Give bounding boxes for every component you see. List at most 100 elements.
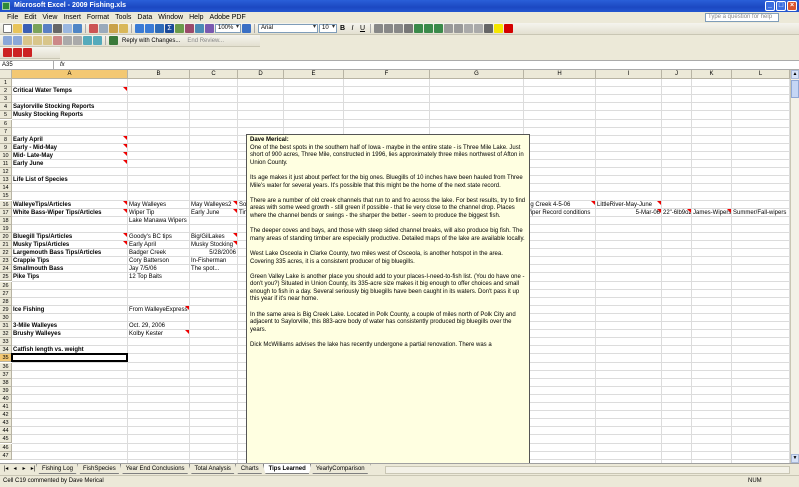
cell-a20[interactable]: Bluegill Tips/Articles xyxy=(12,233,127,241)
undo-icon[interactable] xyxy=(135,24,144,33)
row-header-38[interactable]: 38 xyxy=(0,378,12,387)
new-icon[interactable] xyxy=(3,24,12,33)
reply-with-changes-button[interactable]: Reply with Changes... xyxy=(119,38,183,44)
row-header-9[interactable]: 9 xyxy=(0,143,12,152)
column-header-i[interactable]: I xyxy=(596,70,662,79)
comma-icon[interactable] xyxy=(434,24,443,33)
cell-a10[interactable]: Mid- Late-May xyxy=(12,152,127,160)
pdf-review-icon[interactable] xyxy=(23,48,32,57)
name-box[interactable]: A35 xyxy=(0,60,54,70)
cell-b29[interactable]: From WalleyeExpress xyxy=(128,306,189,314)
row-header-12[interactable]: 12 xyxy=(0,168,12,177)
currency-icon[interactable] xyxy=(414,24,423,33)
cell-a21[interactable]: Musky Tips/Articles xyxy=(12,241,127,249)
chart-wizard-icon[interactable] xyxy=(195,24,204,33)
cell-h17[interactable]: Wiper Record conditions xyxy=(524,209,595,217)
cell-h16[interactable]: Big Creek 4-5-06 xyxy=(524,201,595,209)
spelling-icon[interactable] xyxy=(73,24,82,33)
cell-i16[interactable]: LittleRiver-May-June xyxy=(596,201,661,209)
row-header-46[interactable]: 46 xyxy=(0,443,12,452)
row-header-26[interactable]: 26 xyxy=(0,281,12,290)
row-header-27[interactable]: 27 xyxy=(0,289,12,298)
row-header-10[interactable]: 10 xyxy=(0,151,12,160)
row-header-43[interactable]: 43 xyxy=(0,419,12,428)
column-header-d[interactable]: D xyxy=(238,70,284,79)
borders-icon[interactable] xyxy=(484,24,493,33)
row-header-16[interactable]: 16 xyxy=(0,200,12,209)
autosum-icon[interactable]: Σ xyxy=(165,24,174,33)
sheet-tab[interactable]: Total Analysis xyxy=(189,464,237,474)
maximize-button[interactable]: □ xyxy=(776,1,786,11)
row-header-23[interactable]: 23 xyxy=(0,257,12,266)
cell-l17[interactable]: Summer/Fall-wipers xyxy=(732,209,789,217)
cell-a4[interactable]: Saylorville Stocking Reports xyxy=(12,103,127,111)
column-header-c[interactable]: C xyxy=(190,70,238,79)
scroll-up-arrow[interactable]: ▲ xyxy=(791,70,799,79)
cell-b25[interactable]: 12 Top Baits xyxy=(128,273,189,281)
cell-a13[interactable]: Life List of Species xyxy=(12,176,127,184)
last-sheet-arrow[interactable]: ▸| xyxy=(29,465,37,474)
zoom-select[interactable]: 100% xyxy=(215,24,241,33)
row-header-6[interactable]: 6 xyxy=(0,119,12,128)
fill-color-icon[interactable] xyxy=(494,24,503,33)
menu-view[interactable]: View xyxy=(39,12,60,23)
vertical-scrollbar[interactable]: ▲ ▼ xyxy=(790,70,799,463)
cell-c22[interactable]: 5/28/2006 xyxy=(190,249,237,257)
row-header-39[interactable]: 39 xyxy=(0,386,12,395)
menu-data[interactable]: Data xyxy=(134,12,155,23)
cell-b31[interactable]: Oct. 29, 2006 xyxy=(128,322,189,330)
row-header-25[interactable]: 25 xyxy=(0,273,12,282)
font-size-select[interactable]: 10 xyxy=(319,24,337,33)
column-header-a[interactable]: A xyxy=(12,70,128,79)
row-header-36[interactable]: 36 xyxy=(0,362,12,371)
delete-comment-icon[interactable] xyxy=(73,36,82,45)
cell-c20[interactable]: Big/GilLakes xyxy=(190,233,237,241)
column-header-b[interactable]: B xyxy=(128,70,190,79)
cell-b24[interactable]: Jay 7/5/06 xyxy=(128,265,189,273)
cell-a2[interactable]: Critical Water Temps xyxy=(12,87,127,95)
print-icon[interactable] xyxy=(53,24,62,33)
cut-icon[interactable] xyxy=(89,24,98,33)
hyperlink-icon[interactable] xyxy=(155,24,164,33)
sheet-tab[interactable]: Year End Conclusions xyxy=(120,464,191,474)
row-header-30[interactable]: 30 xyxy=(0,313,12,322)
previous-comment-icon[interactable] xyxy=(33,36,42,45)
first-sheet-arrow[interactable]: |◂ xyxy=(2,465,10,474)
function-icon[interactable]: fx xyxy=(54,62,72,68)
copy-icon[interactable] xyxy=(99,24,108,33)
font-select[interactable]: Arial xyxy=(258,24,318,33)
help-search-input[interactable]: Type a question for help xyxy=(705,13,779,22)
formula-input[interactable] xyxy=(72,61,799,70)
cell-a11[interactable]: Early June xyxy=(12,160,127,168)
cell-a9[interactable]: Early - Mid-May xyxy=(12,144,127,152)
row-header-4[interactable]: 4 xyxy=(0,103,12,112)
cell-a17[interactable]: White Bass-Wiper Tips/Articles xyxy=(12,209,127,217)
menu-help[interactable]: Help xyxy=(186,12,206,23)
merge-center-icon[interactable] xyxy=(404,24,413,33)
menu-file[interactable]: File xyxy=(4,12,21,23)
cell-b32[interactable]: Kolby Kester xyxy=(128,330,189,338)
menu-window[interactable]: Window xyxy=(155,12,186,23)
cell-b16[interactable]: May Walleyes xyxy=(128,201,189,209)
ink-icon[interactable] xyxy=(83,36,92,45)
row-header-3[interactable]: 3 xyxy=(0,95,12,104)
permission-icon[interactable] xyxy=(33,24,42,33)
format-painter-icon[interactable] xyxy=(119,24,128,33)
row-header-44[interactable]: 44 xyxy=(0,427,12,436)
cell-c16[interactable]: May Walleyes2 xyxy=(190,201,237,209)
row-header-31[interactable]: 31 xyxy=(0,322,12,330)
horizontal-scrollbar[interactable] xyxy=(385,466,790,474)
row-header-45[interactable]: 45 xyxy=(0,435,12,444)
italic-icon[interactable]: I xyxy=(348,24,357,33)
show-all-comments-icon[interactable] xyxy=(63,36,72,45)
column-header-f[interactable]: F xyxy=(344,70,430,79)
cell-a25[interactable]: Pike Tips xyxy=(12,273,127,281)
next-comment-icon[interactable] xyxy=(43,36,52,45)
sort-ascending-icon[interactable] xyxy=(175,24,184,33)
redo-icon[interactable] xyxy=(145,24,154,33)
cell-a5[interactable]: Musky Stocking Reports xyxy=(12,111,127,119)
cell-a32[interactable]: Brushy Walleyes xyxy=(12,330,127,338)
align-left-icon[interactable] xyxy=(374,24,383,33)
cell-a23[interactable]: Crappie Tips xyxy=(12,257,127,265)
help-icon[interactable] xyxy=(242,24,251,33)
